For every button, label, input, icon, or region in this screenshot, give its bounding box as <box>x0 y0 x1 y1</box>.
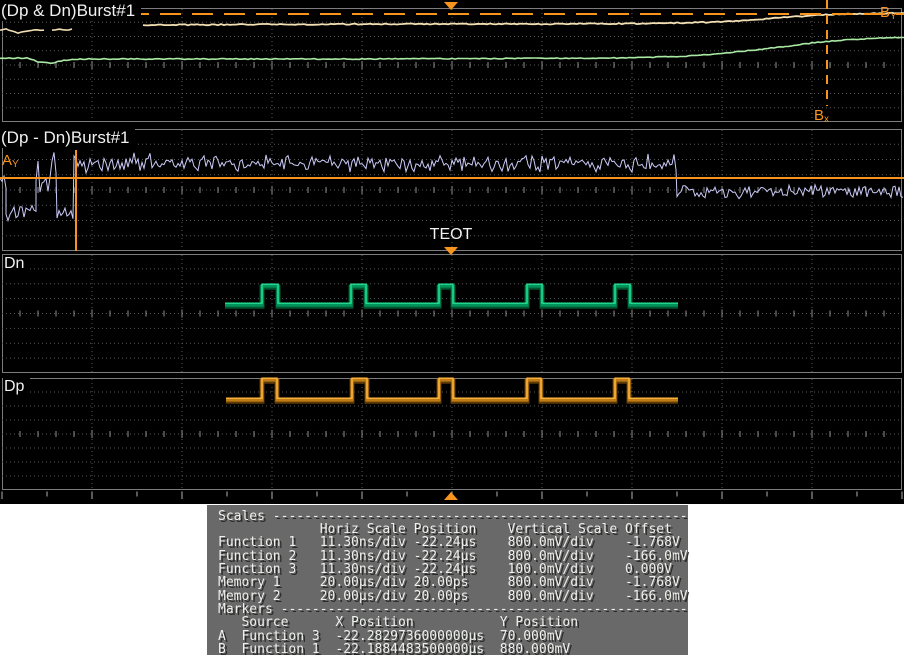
marker-ay-label[interactable]: AY <box>2 152 19 170</box>
marker-source: Function 1 <box>241 642 319 655</box>
trace-dp-and-dn-upper <box>52 29 72 30</box>
marker-x-position: -22.1884483500000µs <box>335 642 484 655</box>
marker-ay-horizontal-line[interactable] <box>0 177 904 179</box>
teot-marker-icon[interactable] <box>444 247 458 255</box>
trace-label-dn: Dn <box>3 255 30 274</box>
trace-dp-and-dn-upper <box>0 29 44 33</box>
marker-a-vertical-line[interactable] <box>75 150 77 251</box>
waveform-display-area: (Dp & Dn)Burst#1 (Dp - Dn)Burst#1 Dn Dp … <box>0 0 904 504</box>
trace-dn <box>225 286 678 305</box>
trace-label-dp-minus-dn-burst: (Dp - Dn)Burst#1 <box>0 129 135 148</box>
marker-by-label[interactable]: BY <box>880 4 897 22</box>
marker-bx-label[interactable]: Bx <box>814 107 829 125</box>
trigger-position-marker-icon[interactable] <box>444 492 458 500</box>
markers-title: Markers --------------------------------… <box>218 602 688 617</box>
marker-bx-vertical-line[interactable] <box>826 0 828 106</box>
trace-dp <box>226 380 678 400</box>
trace-label-dp: Dp <box>3 378 30 397</box>
marker-id: B <box>218 642 226 655</box>
timebase-reference-marker-icon[interactable] <box>444 2 458 10</box>
marker-y-position: 880.000mV <box>500 642 570 655</box>
oscilloscope-screen: (Dp & Dn)Burst#1 (Dp - Dn)Burst#1 Dn Dp … <box>0 0 904 655</box>
measurements-panel: Scales ---------------------------------… <box>207 505 688 655</box>
trace-label-dp-and-dn-burst: (Dp & Dn)Burst#1 <box>0 2 141 21</box>
teot-annotation: TEOT <box>430 226 473 244</box>
